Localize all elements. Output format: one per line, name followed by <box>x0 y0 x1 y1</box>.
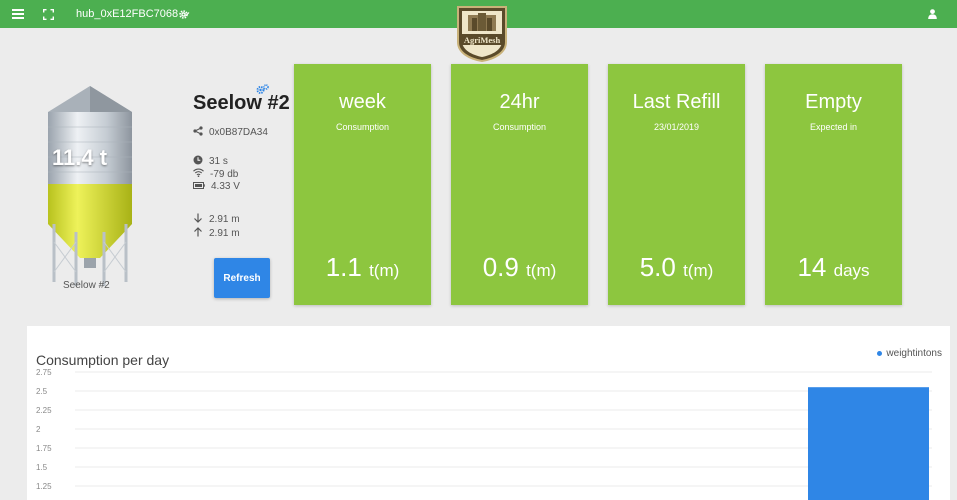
device-id: 0x0B87DA34 <box>209 127 268 138</box>
card-value-number: 5.0 <box>639 252 676 282</box>
card-subtitle: 23/01/2019 <box>653 122 700 132</box>
daily-consumption-card: 24hr Consumption 0.9 t(m) <box>451 64 588 305</box>
y-tick-label: 2 <box>36 425 41 434</box>
user-icon[interactable] <box>924 0 940 28</box>
distance-down-row: 2.91 m <box>193 213 240 226</box>
week-consumption-card: week Consumption 1.1 t(m) <box>294 64 431 305</box>
battery-row: 4.33 V <box>193 181 240 192</box>
consumption-chart: 2.75 2.5 2.25 2 1.75 1.5 1.25 <box>36 368 932 500</box>
card-title: Last Refill <box>632 91 721 113</box>
hub-selector[interactable]: hub_0xE12FBC7068 <box>76 0 190 28</box>
signal-value: -79 db <box>210 168 239 180</box>
hub-selector-label: hub_0xE12FBC7068 <box>76 8 179 20</box>
device-name: Seelow #2 <box>193 92 290 114</box>
consumption-bar[interactable] <box>808 387 929 500</box>
card-title: 24hr <box>499 91 540 113</box>
distance-up-row: 2.91 m <box>193 227 240 240</box>
battery-icon <box>193 181 205 192</box>
share-icon <box>193 126 203 139</box>
card-subtitle: Consumption <box>335 122 390 132</box>
arrow-up-icon <box>193 227 203 240</box>
card-title: Empty <box>805 91 862 113</box>
card-value-number: 14 <box>797 252 827 282</box>
card-title: week <box>339 91 386 113</box>
card-value-unit: t(m) <box>683 261 714 280</box>
last-seen-row: 31 s <box>193 155 228 168</box>
gear-icon[interactable] <box>175 0 191 28</box>
menu-icon[interactable] <box>8 0 28 28</box>
card-value-unit: t(m) <box>526 261 557 280</box>
y-tick-label: 1.5 <box>36 463 48 472</box>
distance-up-value: 2.91 m <box>209 228 240 239</box>
last-seen-value: 31 s <box>209 156 228 167</box>
y-tick-label: 1.25 <box>36 482 52 491</box>
card-subtitle: Consumption <box>492 122 547 132</box>
distance-down-value: 2.91 m <box>209 214 240 225</box>
card-value: 14 days <box>765 252 902 283</box>
y-tick-label: 2.5 <box>36 387 48 396</box>
y-tick-label: 1.75 <box>36 444 52 453</box>
card-value-unit: t(m) <box>369 261 400 280</box>
empty-expected-card: Empty Expected in 14 days <box>765 64 902 305</box>
fullscreen-icon[interactable] <box>38 0 58 28</box>
device-id-row: 0x0B87DA34 <box>193 126 268 139</box>
silo-image <box>40 82 140 292</box>
silo-weight: 11.4 t <box>52 145 108 170</box>
card-value-number: 1.1 <box>325 252 362 282</box>
wifi-icon <box>193 168 204 180</box>
y-tick-label: 2.25 <box>36 406 52 415</box>
card-value-number: 0.9 <box>482 252 519 282</box>
card-value: 0.9 t(m) <box>451 252 588 283</box>
arrow-down-icon <box>193 213 203 226</box>
last-refill-card: Last Refill 23/01/2019 5.0 t(m) <box>608 64 745 305</box>
card-value: 5.0 t(m) <box>608 252 745 283</box>
signal-row: -79 db <box>193 168 238 180</box>
card-subtitle: Expected in <box>809 122 858 132</box>
card-value: 1.1 t(m) <box>294 252 431 283</box>
card-value-unit: days <box>833 261 870 280</box>
silo-caption: Seelow #2 <box>63 280 110 291</box>
brand-logo: AgriMesh <box>454 4 510 63</box>
clock-icon <box>193 155 203 168</box>
battery-value: 4.33 V <box>211 181 240 192</box>
brand-logo-text: AgriMesh <box>464 35 501 45</box>
y-tick-label: 2.75 <box>36 368 52 377</box>
consumption-chart-panel: Consumption per day weightintons 2.75 2.5… <box>27 326 950 500</box>
refresh-button[interactable]: Refresh <box>214 258 270 298</box>
